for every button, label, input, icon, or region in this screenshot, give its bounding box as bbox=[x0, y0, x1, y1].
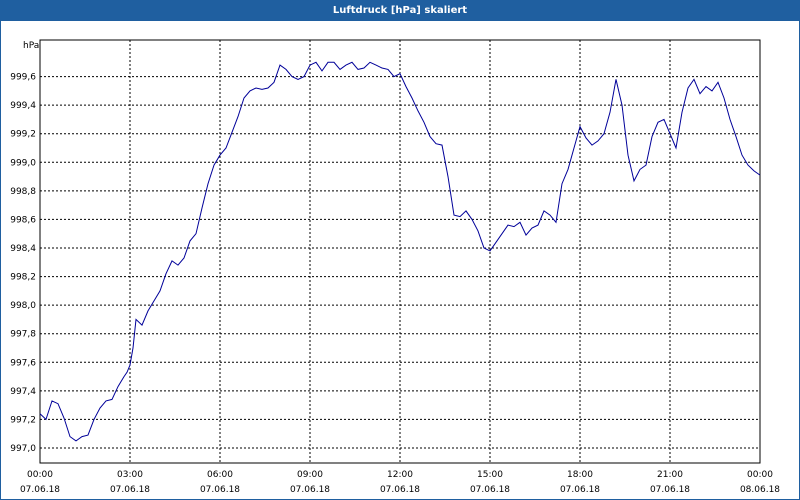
y-tick-label: 999,4 bbox=[10, 101, 36, 111]
y-tick-label: 998,0 bbox=[10, 301, 36, 311]
y-tick-label: 999,2 bbox=[10, 130, 36, 140]
y-tick-label: 997,2 bbox=[10, 415, 36, 425]
y-tick-label: 999,6 bbox=[10, 73, 36, 83]
x-tick-date-label: 07.06.18 bbox=[560, 485, 600, 495]
x-tick-time-label: 09:00 bbox=[297, 470, 323, 480]
y-tick-label: 998,4 bbox=[10, 244, 36, 254]
y-axis-unit-label: hPa bbox=[23, 41, 39, 51]
y-tick-label: 999,0 bbox=[10, 158, 36, 168]
x-tick-time-label: 00:00 bbox=[27, 470, 53, 480]
x-tick-time-label: 12:00 bbox=[387, 470, 413, 480]
y-tick-label: 998,8 bbox=[10, 187, 36, 197]
y-tick-label: 997,8 bbox=[10, 330, 36, 340]
x-tick-time-label: 00:00 bbox=[747, 470, 773, 480]
x-tick-time-label: 18:00 bbox=[567, 470, 593, 480]
x-tick-date-label: 07.06.18 bbox=[470, 485, 510, 495]
y-tick-label: 997,0 bbox=[10, 444, 36, 454]
y-tick-label: 997,4 bbox=[10, 387, 36, 397]
x-tick-date-label: 07.06.18 bbox=[20, 485, 60, 495]
y-tick-label: 998,6 bbox=[10, 215, 36, 225]
x-tick-date-label: 07.06.18 bbox=[650, 485, 690, 495]
x-tick-date-label: 07.06.18 bbox=[110, 485, 150, 495]
x-axis-ticks: 00:00 07.06.18 03:00 07.06.18 06:00 07.06.18 0… bbox=[20, 470, 780, 495]
y-tick-label: 997,6 bbox=[10, 358, 36, 368]
x-tick-time-label: 06:00 bbox=[207, 470, 233, 480]
x-tick-time-label: 21:00 bbox=[657, 470, 683, 480]
y-axis-ticks: 997,0 997,2 997,4 997,6 997,8 998,0 998,2 998,4… bbox=[10, 73, 36, 454]
x-tick-date-label: 08.06.18 bbox=[740, 485, 780, 495]
plot-area bbox=[39, 39, 761, 464]
x-tick-date-label: 07.06.18 bbox=[290, 485, 330, 495]
line-chart: 997,0 997,2 997,4 997,6 997,8 998,0 998,2 998,4… bbox=[10, 39, 780, 495]
y-tick-label: 998,2 bbox=[10, 273, 36, 283]
x-tick-time-label: 03:00 bbox=[117, 470, 143, 480]
x-tick-date-label: 07.06.18 bbox=[380, 485, 420, 495]
x-tick-date-label: 07.06.18 bbox=[200, 485, 240, 495]
x-tick-time-label: 15:00 bbox=[477, 470, 503, 480]
